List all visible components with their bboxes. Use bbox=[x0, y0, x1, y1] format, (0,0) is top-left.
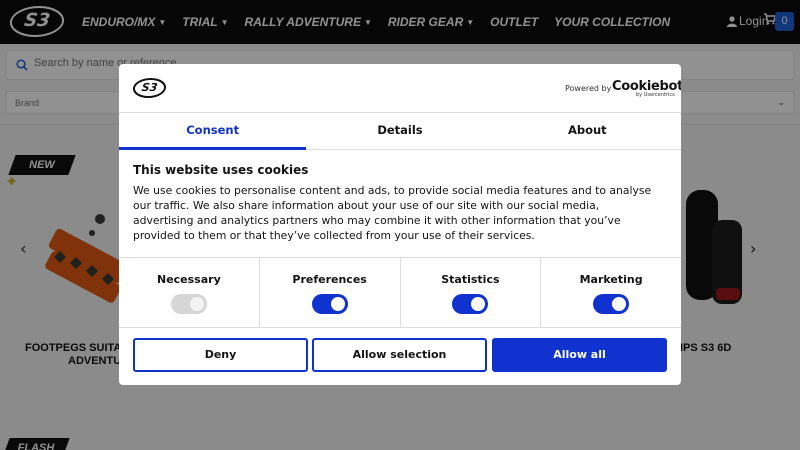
tab-about[interactable]: About bbox=[494, 113, 681, 149]
marketing-toggle[interactable] bbox=[593, 294, 630, 314]
category-statistics: Statistics bbox=[401, 258, 542, 327]
powered-by-label: Powered by bbox=[565, 84, 612, 93]
category-label: Statistics bbox=[441, 273, 500, 286]
category-preferences: Preferences bbox=[260, 258, 401, 327]
toggle-knob bbox=[471, 297, 486, 311]
cookie-consent-dialog: S3 Powered by Cookiebot by Usercentrics … bbox=[119, 64, 681, 385]
necessary-toggle bbox=[170, 294, 207, 314]
category-label: Preferences bbox=[292, 273, 367, 286]
consent-categories: Necessary Preferences Statistics Marketi… bbox=[119, 257, 681, 328]
cookiebot-sublabel: by Usercentrics bbox=[636, 92, 675, 98]
category-label: Necessary bbox=[156, 273, 221, 286]
tab-details[interactable]: Details bbox=[306, 113, 493, 149]
deny-button[interactable]: Deny bbox=[133, 338, 308, 372]
category-marketing: Marketing bbox=[541, 258, 681, 327]
consent-heading: This website uses cookies bbox=[133, 163, 309, 177]
s3-logo: S3 bbox=[131, 78, 168, 98]
consent-body-text: We use cookies to personalise content an… bbox=[133, 184, 652, 242]
consent-tabs: Consent Details About bbox=[119, 112, 681, 150]
toggle-knob bbox=[189, 297, 204, 311]
toggle-knob bbox=[612, 297, 627, 311]
allow-all-button[interactable]: Allow all bbox=[492, 338, 667, 372]
allow-selection-button[interactable]: Allow selection bbox=[312, 338, 487, 372]
tab-consent[interactable]: Consent bbox=[119, 113, 307, 150]
category-necessary: Necessary bbox=[119, 258, 260, 327]
statistics-toggle[interactable] bbox=[452, 294, 489, 314]
preferences-toggle[interactable] bbox=[311, 294, 348, 314]
category-label: Marketing bbox=[579, 273, 643, 286]
toggle-knob bbox=[330, 297, 345, 311]
